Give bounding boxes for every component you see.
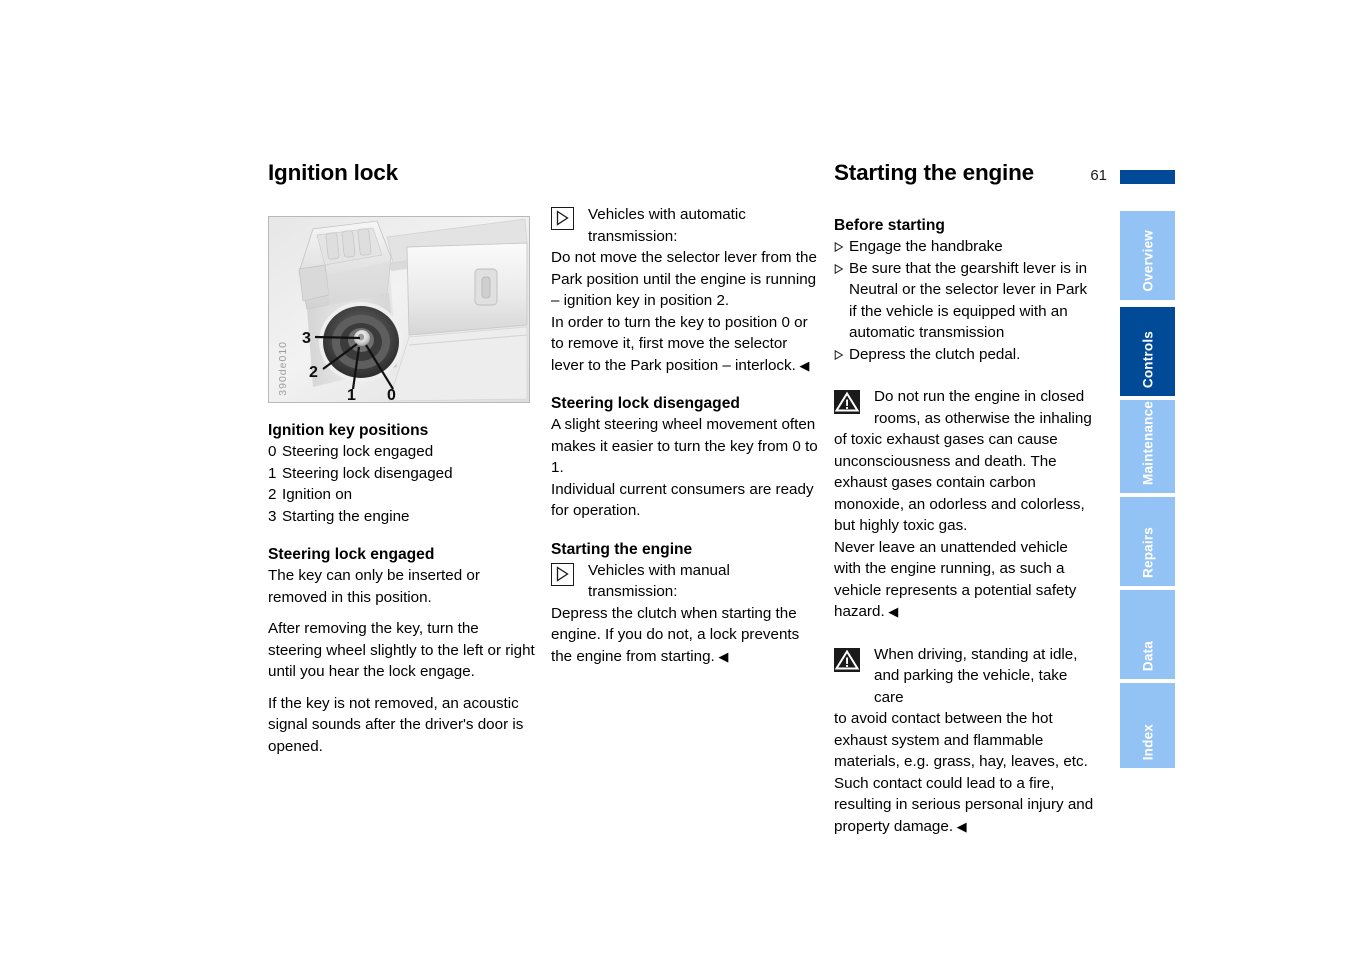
- heading-starting-the-engine-middle: Starting the engine: [551, 540, 693, 558]
- triangle-bullet-icon: [834, 344, 849, 360]
- play-triangle-icon: [551, 207, 574, 230]
- sidebar-tab-maintenance-label: Maintenance: [1140, 401, 1155, 485]
- key-position-row: 3 Starting the engine: [268, 506, 536, 528]
- automatic-transmission-note-body: Do not move the selector lever from the …: [551, 249, 817, 374]
- svg-text:3: 3: [302, 330, 311, 347]
- section-end-marker: ◀: [884, 604, 899, 619]
- page-number: 61: [1090, 167, 1107, 184]
- before-starting-item: Engage the handbrake: [834, 236, 1096, 258]
- sidebar-tab-controls[interactable]: Controls: [1120, 307, 1175, 396]
- automatic-transmission-note-lead: Vehicles with automatic transmission:: [588, 206, 746, 245]
- triangle-bullet-icon: [834, 258, 849, 274]
- warning-hot-exhaust-body: to avoid contact between the hot exhaust…: [834, 710, 1094, 835]
- steering-lock-disengaged-body: A slight steering wheel movement often m…: [551, 416, 818, 519]
- middle-column: Vehicles with automatic transmission: Do…: [551, 160, 823, 667]
- key-position-row: 2 Ignition on: [268, 484, 536, 506]
- warning-hot-exhaust-lead: When driving, standing at idle, and park…: [874, 645, 1078, 706]
- page-title-starting-the-engine: Starting the engine: [834, 160, 1034, 185]
- key-position-number: 3: [268, 507, 277, 525]
- figure-code-label: 390de010: [277, 341, 289, 396]
- right-column: Starting the engine Before starting Enga…: [834, 160, 1096, 837]
- sidebar-tab-controls-label: Controls: [1140, 330, 1155, 388]
- page-accent-bar: [1120, 170, 1175, 184]
- steering-lock-paragraph-3: If the key is not removed, an acoustic s…: [268, 694, 524, 755]
- before-starting-item-text: Engage the handbrake: [849, 238, 1003, 255]
- key-position-text: Ignition on: [282, 486, 353, 503]
- heading-steering-lock-disengaged: Steering lock disengaged: [551, 395, 740, 412]
- before-starting-item: Depress the clutch pedal.: [834, 344, 1096, 366]
- sidebar-tab-data-label: Data: [1140, 640, 1155, 671]
- steering-lock-paragraph-1: The key can only be inserted or removed …: [268, 567, 480, 606]
- key-position-text: Steering lock engaged: [282, 443, 434, 460]
- manual-transmission-note-lead: Vehicles with manual transmission:: [588, 561, 730, 601]
- heading-before-starting: Before starting: [834, 217, 945, 234]
- warning-triangle-icon: [834, 647, 860, 672]
- before-starting-item-text: Depress the clutch pedal.: [849, 345, 1021, 363]
- key-position-text: Steering lock disengaged: [282, 464, 453, 482]
- manual-transmission-note-body: Depress the clutch when starting the eng…: [551, 604, 800, 665]
- sidebar-tab-repairs-label: Repairs: [1140, 527, 1155, 578]
- steering-lock-paragraph-2: After removing the key, turn the steerin…: [268, 620, 535, 680]
- svg-text:0: 0: [387, 387, 396, 402]
- ignition-lock-figure: 3 2 1 0 390de010: [268, 216, 530, 403]
- left-column: Ignition lock 3 2 1 0 390de010 Ignition …: [268, 160, 536, 757]
- svg-text:1: 1: [347, 387, 356, 402]
- automatic-transmission-note: Vehicles with automatic transmission: Do…: [551, 204, 823, 376]
- sidebar-tab-repairs[interactable]: Repairs: [1120, 497, 1175, 586]
- triangle-bullet-icon: [834, 236, 849, 252]
- key-position-number: 1: [268, 464, 277, 482]
- heading-steering-lock-engaged: Steering lock engaged: [268, 546, 435, 563]
- section-end-marker: ◀: [953, 818, 967, 834]
- play-triangle-icon: [551, 562, 574, 586]
- page-title-ignition-lock: Ignition lock: [268, 160, 398, 185]
- key-position-text: Starting the engine: [282, 507, 410, 525]
- warning-hot-exhaust: When driving, standing at idle, and park…: [834, 644, 1096, 838]
- key-position-number: 0: [268, 443, 277, 460]
- heading-ignition-key-positions: Ignition key positions: [268, 422, 429, 439]
- manual-page: Ignition lock 3 2 1 0 390de010 Ignition …: [0, 0, 1351, 954]
- key-position-row: 0 Steering lock engaged: [268, 441, 536, 463]
- manual-transmission-note: Vehicles with manual transmission: Depre…: [551, 560, 823, 668]
- warning-closed-rooms-lead: Do not run the engine in closed rooms, a…: [874, 388, 1092, 427]
- sidebar-tab-index-label: Index: [1140, 723, 1155, 760]
- before-starting-list: Engage the handbrake Be sure that the ge…: [834, 236, 1096, 365]
- warning-triangle-icon: [834, 390, 860, 414]
- warning-closed-rooms: Do not run the engine in closed rooms, a…: [834, 386, 1096, 623]
- section-end-marker: ◀: [714, 648, 729, 664]
- svg-text:2: 2: [309, 364, 318, 381]
- sidebar-tab-index[interactable]: Index: [1120, 683, 1175, 768]
- ignition-lock-illustration: 3 2 1 0: [269, 217, 529, 402]
- sidebar-tab-overview-label: Overview: [1140, 230, 1155, 292]
- before-starting-item: Be sure that the gearshift lever is in N…: [834, 258, 1096, 344]
- sidebar-tab-data[interactable]: Data: [1120, 590, 1175, 679]
- sidebar-tab-overview[interactable]: Overview: [1120, 211, 1175, 300]
- key-position-row: 1 Steering lock disengaged: [268, 463, 536, 485]
- sidebar-tab-maintenance[interactable]: Maintenance: [1120, 400, 1175, 493]
- warning-closed-rooms-body: of toxic exhaust gases can cause unconsc…: [834, 431, 1085, 620]
- key-position-number: 2: [268, 486, 277, 503]
- section-end-marker: ◀: [795, 357, 810, 373]
- ignition-key-positions-list: 0 Steering lock engaged 1 Steering lock …: [268, 441, 536, 527]
- before-starting-item-text: Be sure that the gearshift lever is in N…: [849, 259, 1088, 342]
